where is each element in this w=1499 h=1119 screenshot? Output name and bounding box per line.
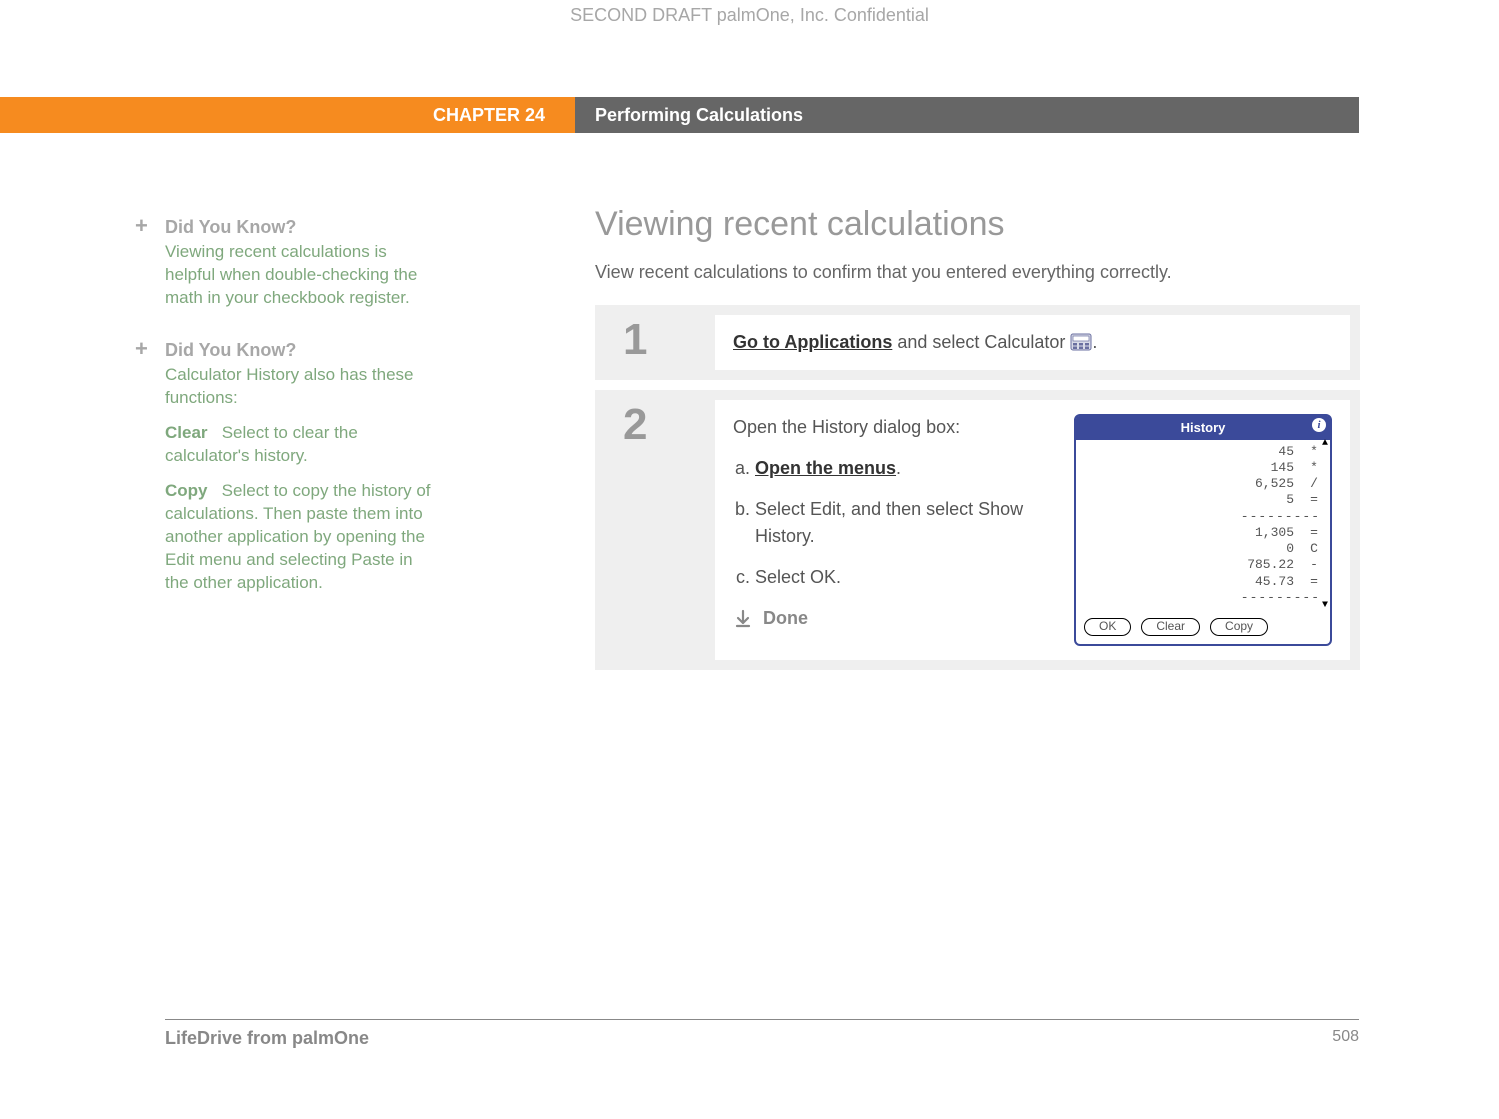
info-icon: i bbox=[1312, 418, 1326, 432]
scroll-up-icon: ▲ bbox=[1322, 438, 1328, 451]
history-separator: --------- bbox=[1086, 590, 1320, 606]
product-name: LifeDrive from palmOne bbox=[165, 1028, 369, 1049]
history-op: C bbox=[1308, 541, 1320, 557]
chapter-title: Performing Calculations bbox=[575, 97, 1359, 133]
history-value: 1,305 bbox=[1234, 525, 1294, 541]
history-op: - bbox=[1308, 557, 1320, 573]
sidebar: + Did You Know? Viewing recent calculati… bbox=[165, 215, 440, 623]
tip-term: Clear bbox=[165, 423, 208, 442]
tip-block: + Did You Know? Viewing recent calculati… bbox=[165, 215, 440, 310]
history-row: 45 * bbox=[1086, 444, 1320, 460]
history-value: 0 bbox=[1234, 541, 1294, 557]
tip-body: Viewing recent calculations is helpful w… bbox=[165, 241, 440, 310]
open-menus-link[interactable]: Open the menus bbox=[755, 458, 896, 478]
history-value: 45 bbox=[1234, 444, 1294, 460]
tip-term: Copy bbox=[165, 481, 208, 500]
plus-icon: + bbox=[135, 338, 148, 360]
tip-title: Did You Know? bbox=[165, 215, 440, 239]
history-op: * bbox=[1308, 460, 1320, 476]
history-row: 0C bbox=[1086, 541, 1320, 557]
history-value: 6,525 bbox=[1234, 476, 1294, 492]
history-row: 145 * bbox=[1086, 460, 1320, 476]
tip-intro: Calculator History also has these functi… bbox=[165, 365, 414, 407]
history-dialog-title: History i bbox=[1076, 416, 1330, 440]
history-op: * bbox=[1308, 444, 1320, 460]
chapter-label: CHAPTER 24 bbox=[0, 97, 575, 133]
step-body: Open the History dialog box: Open the me… bbox=[715, 400, 1350, 660]
page-footer: LifeDrive from palmOne 508 bbox=[165, 1019, 1359, 1049]
step-text: Go to Applications and select Calculator… bbox=[733, 329, 1332, 356]
history-op: = bbox=[1308, 525, 1320, 541]
tip-title: Did You Know? bbox=[165, 338, 440, 362]
step-row: 2 Open the History dialog box: Open the … bbox=[595, 390, 1360, 670]
history-op: = bbox=[1308, 574, 1320, 590]
history-row: 1,305 = bbox=[1086, 525, 1320, 541]
history-row: 5= bbox=[1086, 492, 1320, 508]
done-arrow-icon bbox=[733, 609, 753, 629]
history-clear-button[interactable]: Clear bbox=[1141, 618, 1200, 636]
history-op: = bbox=[1308, 492, 1320, 508]
history-copy-button[interactable]: Copy bbox=[1210, 618, 1268, 636]
substep-b: Select Edit, and then select Show Histor… bbox=[755, 496, 1054, 550]
chapter-header: CHAPTER 24 Performing Calculations bbox=[0, 97, 1499, 133]
step-number: 1 bbox=[595, 305, 715, 380]
step-period: . bbox=[1092, 332, 1097, 352]
go-to-applications-link[interactable]: Go to Applications bbox=[733, 332, 892, 352]
step-tail: and select Calculator bbox=[892, 332, 1070, 352]
step-sublist: Open the menus. Select Edit, and then se… bbox=[755, 455, 1054, 591]
history-dialog-screenshot: History i ▲ 45* 145* 6,525/ 5= ---------… bbox=[1074, 414, 1332, 646]
substep-a-tail: . bbox=[896, 458, 901, 478]
history-op: / bbox=[1308, 476, 1320, 492]
scroll-down-icon: ▼ bbox=[1322, 600, 1328, 613]
step-lead: Open the History dialog box: bbox=[733, 414, 1054, 441]
tip-paragraph: Clear Select to clear the calculator's h… bbox=[165, 422, 440, 468]
history-list: ▲ 45* 145* 6,525/ 5= --------- 1,305= 0C… bbox=[1076, 440, 1330, 613]
history-button-row: OK Clear Copy bbox=[1076, 612, 1330, 644]
done-indicator: Done bbox=[733, 605, 1054, 632]
tip-body: Calculator History also has these functi… bbox=[165, 364, 440, 594]
history-ok-button[interactable]: OK bbox=[1084, 618, 1131, 636]
header-spacer bbox=[1359, 97, 1499, 133]
history-title-text: History bbox=[1181, 420, 1226, 435]
main-content: Viewing recent calculations View recent … bbox=[595, 205, 1360, 680]
step-number: 2 bbox=[595, 390, 715, 670]
substep-c: Select OK. bbox=[755, 564, 1054, 591]
history-row: 6,525 / bbox=[1086, 476, 1320, 492]
page-heading: Viewing recent calculations bbox=[595, 205, 1360, 244]
substep-a: Open the menus. bbox=[755, 455, 1054, 482]
history-row: 45.73 = bbox=[1086, 574, 1320, 590]
done-label: Done bbox=[763, 605, 808, 632]
step-body: Go to Applications and select Calculator… bbox=[715, 315, 1350, 370]
page-intro: View recent calculations to confirm that… bbox=[595, 262, 1360, 283]
history-row: 785.22- bbox=[1086, 557, 1320, 573]
history-value: 785.22 bbox=[1234, 557, 1294, 573]
tip-block: + Did You Know? Calculator History also … bbox=[165, 338, 440, 595]
calculator-icon bbox=[1070, 332, 1092, 350]
history-value: 45.73 bbox=[1234, 574, 1294, 590]
page-number: 508 bbox=[1332, 1028, 1359, 1049]
step-text: Open the History dialog box: Open the me… bbox=[733, 414, 1054, 646]
watermark-text: SECOND DRAFT palmOne, Inc. Confidential bbox=[0, 5, 1499, 26]
history-value: 145 bbox=[1234, 460, 1294, 476]
tip-paragraph: Copy Select to copy the history of calcu… bbox=[165, 480, 440, 595]
plus-icon: + bbox=[135, 215, 148, 237]
history-value: 5 bbox=[1234, 492, 1294, 508]
history-separator: --------- bbox=[1086, 509, 1320, 525]
step-row: 1 Go to Applications and select Calculat… bbox=[595, 305, 1360, 380]
